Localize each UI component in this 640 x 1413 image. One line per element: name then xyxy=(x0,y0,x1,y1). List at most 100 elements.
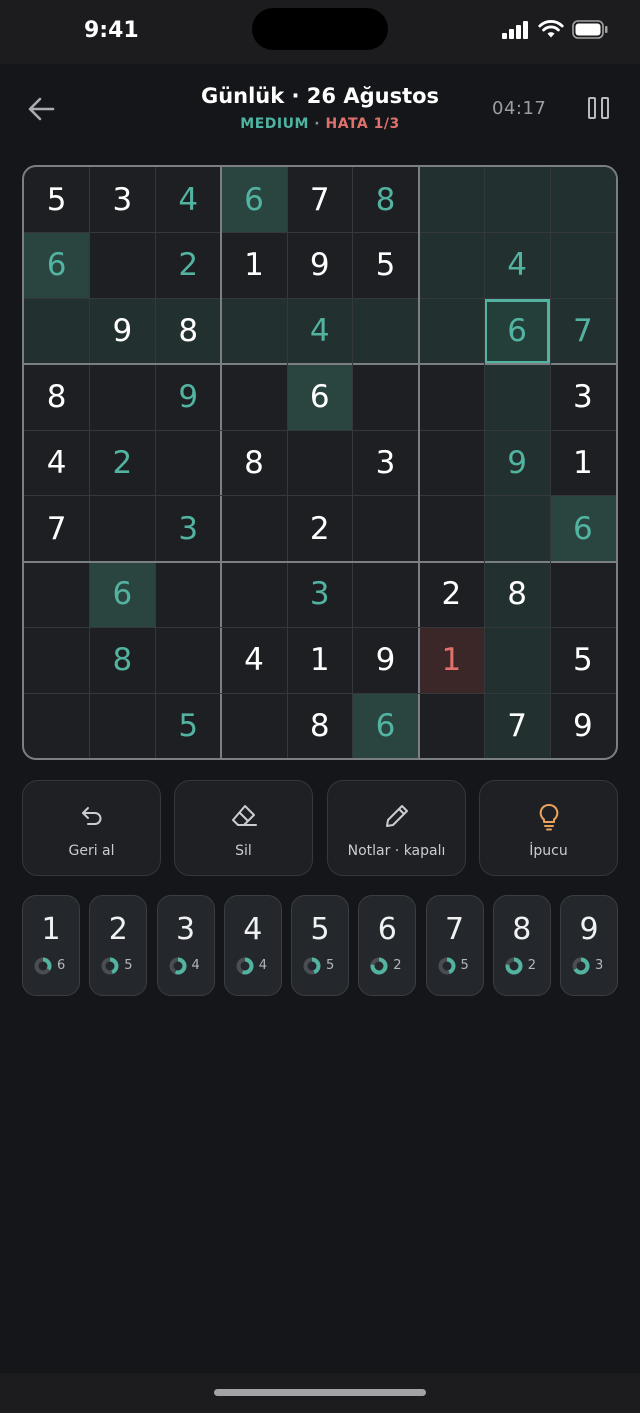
board-cell-r9c4[interactable] xyxy=(221,693,286,758)
board-cell-r4c3[interactable]: 9 xyxy=(156,364,221,429)
board-cell-r8c5[interactable]: 1 xyxy=(287,627,352,692)
board-cell-r1c3[interactable]: 4 xyxy=(156,167,221,232)
number-key-digit: 7 xyxy=(444,912,465,947)
hint-button[interactable]: İpucu xyxy=(479,780,618,876)
board-cell-r3c3[interactable]: 8 xyxy=(155,298,221,364)
board-cell-r4c8[interactable] xyxy=(484,364,550,430)
board-cell-r3c8[interactable]: 6 xyxy=(484,298,550,364)
board-cell-r1c4[interactable]: 6 xyxy=(221,167,287,233)
board-cell-r2c7[interactable] xyxy=(418,232,484,299)
board-cell-r8c4[interactable]: 4 xyxy=(221,627,286,692)
board-cell-r1c1[interactable]: 5 xyxy=(24,167,89,232)
number-key-8[interactable]: 82 xyxy=(492,895,551,996)
board-cell-r4c7[interactable] xyxy=(419,364,484,429)
number-key-remaining: 5 xyxy=(460,958,469,973)
board-cell-r5c3[interactable] xyxy=(156,430,221,495)
board-cell-r3c1[interactable] xyxy=(24,298,90,364)
board-cell-r9c6[interactable]: 6 xyxy=(352,693,419,758)
board-cell-r2c3[interactable]: 2 xyxy=(156,233,221,298)
board-cell-r8c9[interactable]: 5 xyxy=(550,627,615,692)
board-cell-r8c8[interactable] xyxy=(484,627,550,693)
board-cell-r9c9[interactable]: 9 xyxy=(550,693,615,758)
board-cell-r7c9[interactable] xyxy=(550,562,615,627)
pause-button[interactable] xyxy=(588,97,612,119)
board-cell-r4c4[interactable] xyxy=(221,364,286,429)
board-cell-r7c1[interactable] xyxy=(24,562,89,627)
board-cell-r5c2[interactable]: 2 xyxy=(90,430,155,495)
board-cell-r3c7[interactable] xyxy=(418,298,484,364)
board-cell-r5c6[interactable]: 3 xyxy=(353,430,418,495)
board-cell-r1c9[interactable] xyxy=(550,167,616,233)
board-cell-r9c3[interactable]: 5 xyxy=(156,693,221,758)
board-cell-r5c8[interactable]: 9 xyxy=(484,430,550,496)
board-cell-r1c7[interactable] xyxy=(418,167,484,233)
number-key-4[interactable]: 44 xyxy=(223,895,282,996)
number-key-digit: 5 xyxy=(310,912,330,947)
board-cell-r8c3[interactable] xyxy=(156,627,221,692)
board-cell-r5c1[interactable]: 4 xyxy=(24,430,89,495)
board-cell-r7c2[interactable]: 6 xyxy=(89,561,156,627)
board-cell-r1c6[interactable]: 8 xyxy=(353,167,418,232)
board-cell-r6c2[interactable] xyxy=(90,496,155,561)
number-key-7[interactable]: 75 xyxy=(425,895,484,996)
board-cell-r3c4[interactable] xyxy=(221,298,287,364)
board-cell-r2c9[interactable] xyxy=(550,232,616,299)
notes-toggle-button[interactable]: Notlar · kapalı xyxy=(327,780,466,876)
number-key-6[interactable]: 62 xyxy=(358,895,417,996)
eraser-icon xyxy=(231,805,257,826)
board-cell-r4c6[interactable] xyxy=(353,364,418,429)
board-cell-r1c8[interactable] xyxy=(484,167,550,233)
board-cell-r7c5[interactable]: 3 xyxy=(287,562,352,627)
home-indicator xyxy=(214,1389,426,1396)
board-cell-r9c1[interactable] xyxy=(24,693,89,758)
board-cell-r7c6[interactable] xyxy=(353,562,418,627)
number-key-2[interactable]: 25 xyxy=(89,895,148,996)
board-cell-r7c8[interactable]: 8 xyxy=(484,561,550,627)
board-cell-r1c5[interactable]: 7 xyxy=(287,167,352,232)
board-cell-r6c5[interactable]: 2 xyxy=(287,496,352,561)
board-cell-r9c8[interactable]: 7 xyxy=(484,693,550,758)
board-cell-r6c3[interactable]: 3 xyxy=(156,496,221,561)
board-cell-r5c4[interactable]: 8 xyxy=(221,430,286,495)
board-cell-r3c5[interactable]: 4 xyxy=(287,298,353,364)
board-cell-r4c9[interactable]: 3 xyxy=(550,364,615,429)
board-cell-r4c2[interactable] xyxy=(90,364,155,429)
board-cell-r2c4[interactable]: 1 xyxy=(221,233,286,298)
board-cell-r3c2[interactable]: 9 xyxy=(89,298,156,364)
number-key-3[interactable]: 34 xyxy=(156,895,215,996)
board-cell-r6c8[interactable] xyxy=(484,495,550,562)
board-cell-r8c7[interactable]: 1 xyxy=(418,627,484,693)
board-cell-r8c2[interactable]: 8 xyxy=(90,627,155,692)
board-cell-r4c5[interactable]: 6 xyxy=(287,364,353,430)
board-cell-r7c3[interactable] xyxy=(156,562,221,627)
board-cell-r6c7[interactable] xyxy=(419,496,484,561)
board-cell-r9c2[interactable] xyxy=(90,693,155,758)
board-cell-r2c6[interactable]: 5 xyxy=(353,233,418,298)
board-cell-r7c7[interactable]: 2 xyxy=(419,562,484,627)
board-cell-r3c6[interactable] xyxy=(352,298,419,364)
number-key-1[interactable]: 16 xyxy=(22,895,80,996)
board-cell-r4c1[interactable]: 8 xyxy=(24,364,89,429)
board-cell-r2c2[interactable] xyxy=(90,233,155,298)
board-cell-r2c1[interactable]: 6 xyxy=(24,232,90,299)
board-cell-r2c5[interactable]: 9 xyxy=(287,233,352,298)
erase-button[interactable]: Sil xyxy=(174,780,313,876)
board-cell-r8c6[interactable]: 9 xyxy=(353,627,418,692)
board-cell-r5c9[interactable]: 1 xyxy=(550,430,615,495)
board-cell-r3c9[interactable]: 7 xyxy=(550,298,616,364)
board-cell-r5c7[interactable] xyxy=(419,430,484,495)
number-key-5[interactable]: 55 xyxy=(291,895,349,996)
board-cell-r6c6[interactable] xyxy=(353,496,418,561)
number-key-9[interactable]: 93 xyxy=(560,895,618,996)
board-cell-r9c5[interactable]: 8 xyxy=(287,693,352,758)
board-cell-r9c7[interactable] xyxy=(419,693,484,758)
board-cell-r8c1[interactable] xyxy=(24,627,89,692)
board-cell-r1c2[interactable]: 3 xyxy=(90,167,155,232)
undo-button[interactable]: Geri al xyxy=(22,780,161,876)
board-cell-r5c5[interactable] xyxy=(287,430,352,495)
board-cell-r6c1[interactable]: 7 xyxy=(24,496,89,561)
board-cell-r2c8[interactable]: 4 xyxy=(484,232,550,299)
board-cell-r7c4[interactable] xyxy=(221,562,286,627)
board-cell-r6c9[interactable]: 6 xyxy=(550,495,616,562)
board-cell-r6c4[interactable] xyxy=(221,496,286,561)
